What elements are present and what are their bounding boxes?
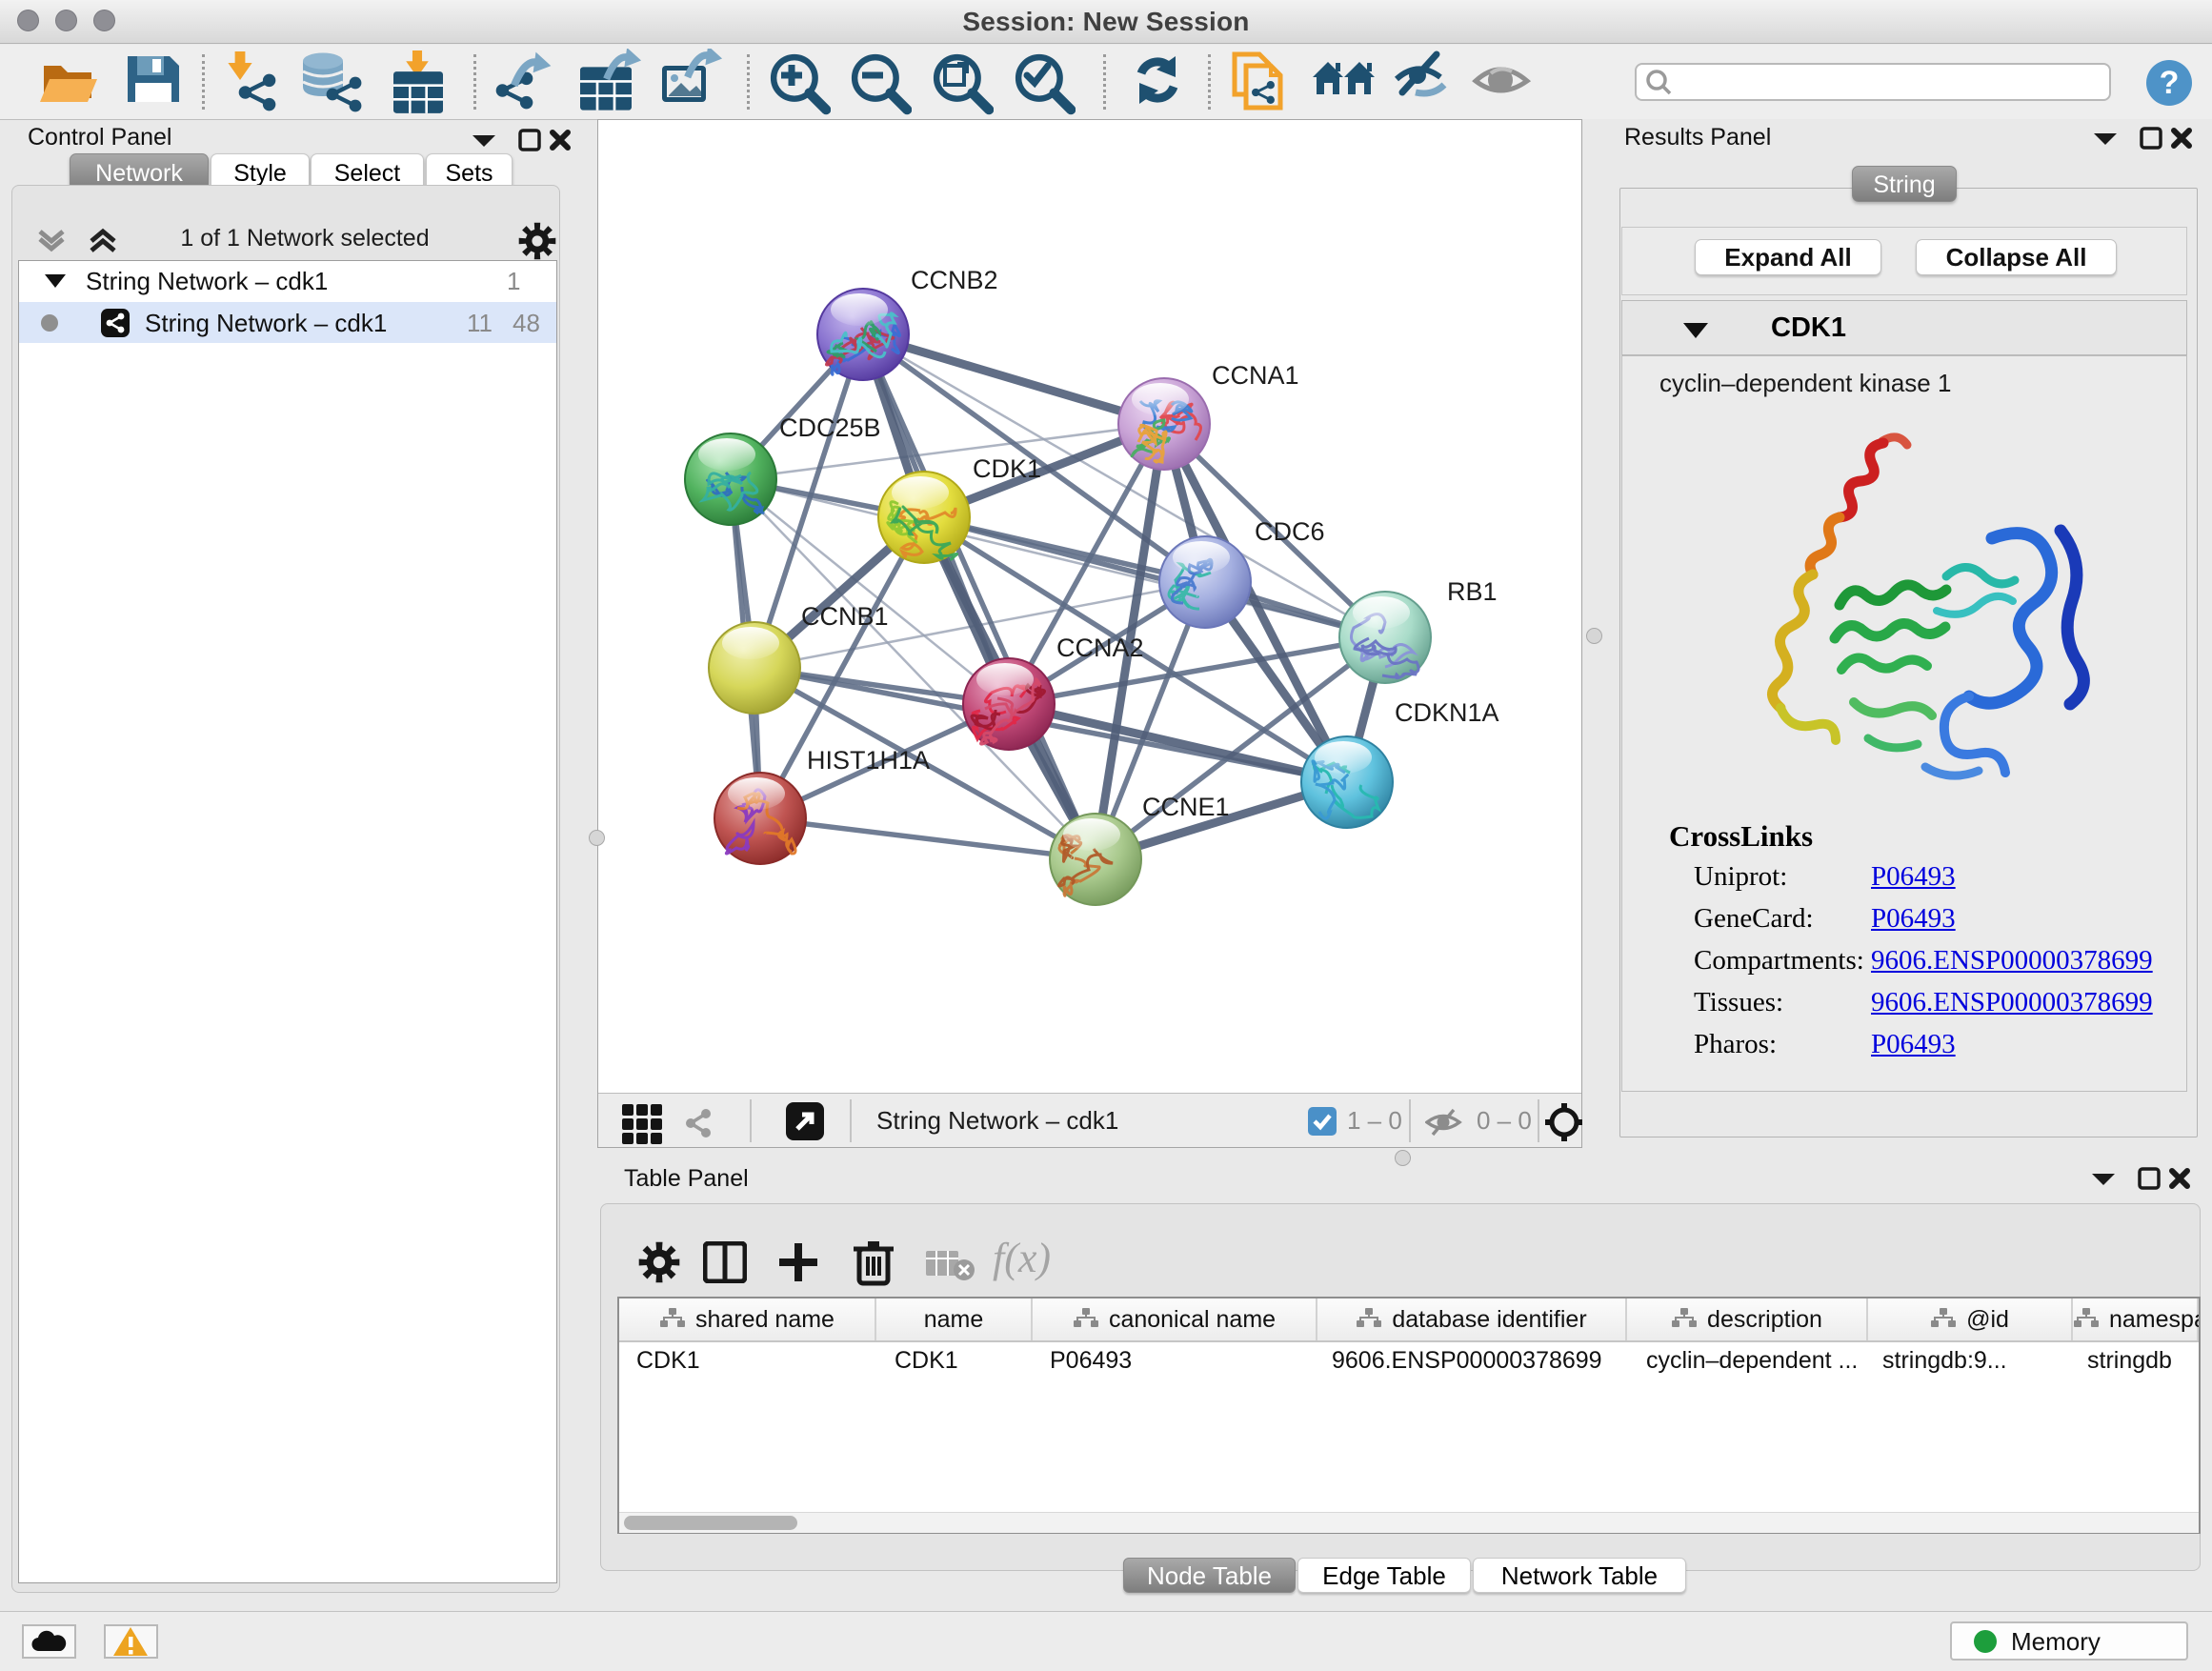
- svg-text:CCNB2: CCNB2: [911, 266, 998, 294]
- svg-text:?: ?: [2160, 65, 2180, 101]
- svg-text:CCNE1: CCNE1: [1142, 793, 1230, 821]
- svg-text:CCNA1: CCNA1: [1212, 361, 1299, 390]
- svg-text:CDC6: CDC6: [1255, 517, 1325, 546]
- svg-text:CCNA2: CCNA2: [1056, 634, 1144, 662]
- svg-text:HIST1H1A: HIST1H1A: [807, 746, 930, 775]
- svg-text:CDKN1A: CDKN1A: [1395, 698, 1499, 727]
- svg-text:CCNB1: CCNB1: [801, 602, 889, 631]
- svg-text:RB1: RB1: [1447, 577, 1498, 606]
- svg-text:CDK1: CDK1: [973, 454, 1041, 483]
- svg-text:CDC25B: CDC25B: [779, 413, 881, 442]
